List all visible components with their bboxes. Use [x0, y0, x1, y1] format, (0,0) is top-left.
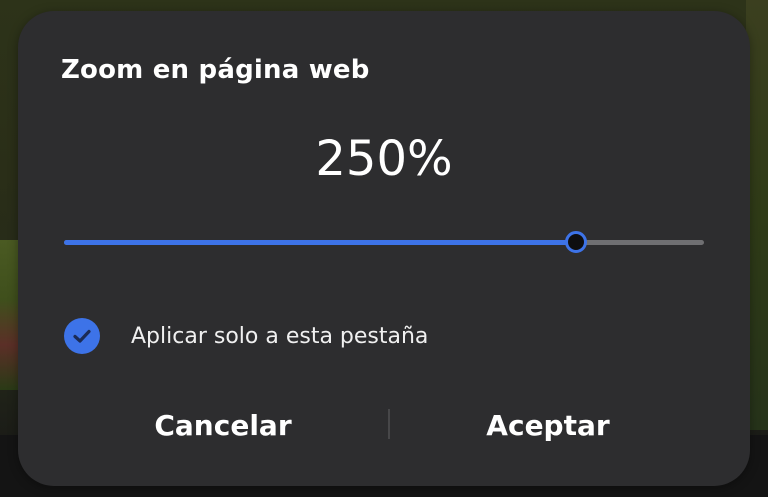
zoom-slider[interactable]: [64, 231, 704, 253]
apply-to-tab-checkbox[interactable]: [64, 318, 100, 354]
cancel-button[interactable]: Cancelar: [58, 401, 388, 449]
accept-button[interactable]: Aceptar: [383, 401, 713, 449]
apply-to-tab-option[interactable]: Aplicar solo a esta pestaña: [64, 318, 428, 354]
zoom-dialog: Zoom en página web 250% Aplicar solo a e…: [18, 11, 750, 486]
checkmark-icon: [73, 329, 91, 343]
apply-to-tab-label: Aplicar solo a esta pestaña: [131, 323, 429, 349]
slider-fill: [64, 240, 576, 245]
slider-thumb[interactable]: [565, 231, 587, 253]
dialog-title: Zoom en página web: [61, 55, 370, 85]
zoom-percentage: 250%: [315, 131, 453, 187]
